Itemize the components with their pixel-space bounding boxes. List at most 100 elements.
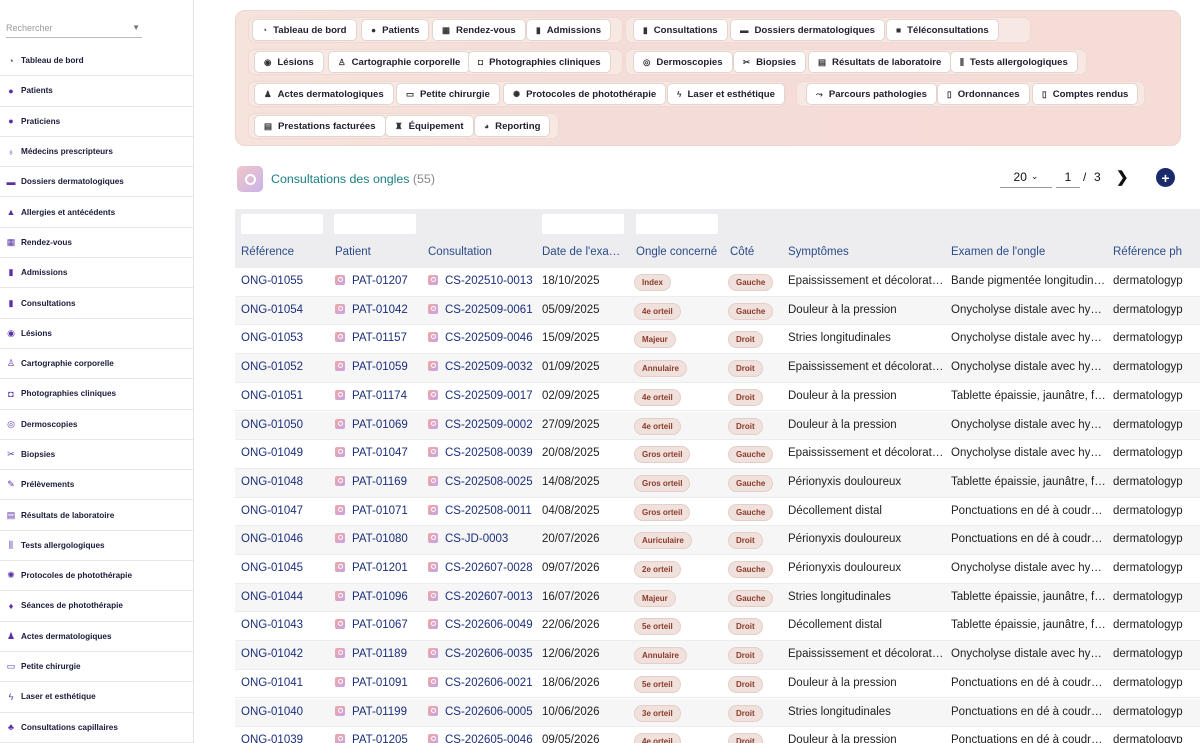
sidebar-item-17[interactable]: ✺ Protocoles de photothérapie bbox=[0, 561, 193, 592]
sidebar-item-7[interactable]: ▮ Admissions bbox=[0, 258, 193, 289]
patient-link[interactable]: PAT-01080 bbox=[352, 533, 408, 545]
cell-patient[interactable]: PAT-01169 bbox=[335, 475, 407, 488]
patient-link[interactable]: PAT-01067 bbox=[352, 619, 408, 631]
cell-consultation[interactable]: CS-202509-0002 bbox=[428, 418, 533, 431]
sidebar-item-16[interactable]: ⫼ Tests allergologiques bbox=[0, 531, 193, 562]
cell-reference[interactable]: ONG-01046 bbox=[241, 533, 303, 545]
menu-button-7[interactable]: ◉ Lésions bbox=[254, 51, 324, 73]
cell-consultation[interactable]: CS-202606-0035 bbox=[428, 648, 533, 660]
patient-link[interactable]: PAT-01096 bbox=[352, 591, 408, 603]
table-row[interactable]: ONG-01053 PAT-01157 CS-202509-0046 15/09/20… bbox=[235, 325, 1200, 355]
table-row[interactable]: ONG-01039 PAT-01205 CS-202605-0046 09/05/20… bbox=[235, 727, 1200, 743]
menu-button-17[interactable]: ϟ Laser et esthétique bbox=[667, 83, 785, 105]
menu-button-9[interactable]: ◘ Photographies cliniques bbox=[468, 51, 611, 73]
patient-link[interactable]: PAT-01199 bbox=[352, 706, 407, 718]
menu-button-6[interactable]: ■ Téléconsultations bbox=[886, 19, 999, 41]
cell-patient[interactable]: PAT-01096 bbox=[335, 590, 408, 603]
sidebar-item-18[interactable]: ♦ Séances de photothérapie bbox=[0, 591, 193, 622]
menu-button-20[interactable]: ▯ Comptes rendus bbox=[1032, 83, 1139, 105]
cell-reference[interactable]: ONG-01045 bbox=[241, 562, 303, 574]
patient-link[interactable]: PAT-01059 bbox=[352, 361, 408, 373]
page-size-select[interactable]: 20 ⌄ bbox=[1000, 166, 1052, 188]
cell-consultation[interactable]: CS-202508-0039 bbox=[428, 447, 533, 459]
table-row[interactable]: ONG-01044 PAT-01096 CS-202607-0013 16/07/20… bbox=[235, 583, 1200, 613]
table-row[interactable]: ONG-01040 PAT-01199 CS-202606-0005 10/06/20… bbox=[235, 698, 1200, 728]
cell-consultation[interactable]: CS-202509-0061 bbox=[428, 303, 533, 316]
cell-patient[interactable]: PAT-01091 bbox=[335, 676, 408, 689]
menu-button-22[interactable]: ♜ Équipement bbox=[385, 115, 474, 137]
consultation-link[interactable]: CS-202508-0025 bbox=[445, 476, 533, 488]
cell-patient[interactable]: PAT-01174 bbox=[335, 389, 407, 402]
cell-consultation[interactable]: CS-202606-0021 bbox=[428, 676, 533, 689]
table-row[interactable]: ONG-01050 PAT-01069 CS-202509-0002 27/09/20… bbox=[235, 411, 1200, 441]
cell-consultation[interactable]: CS-202607-0013 bbox=[428, 590, 533, 603]
filter-nail-input[interactable] bbox=[636, 214, 718, 234]
patient-link[interactable]: PAT-01157 bbox=[352, 332, 407, 344]
consultation-link[interactable]: CS-202508-0011 bbox=[445, 505, 532, 517]
sidebar-search-select[interactable]: Rechercher ▼ bbox=[6, 18, 142, 38]
sidebar-item-19[interactable]: ♟ Actes dermatologiques bbox=[0, 622, 193, 652]
cell-reference[interactable]: ONG-01049 bbox=[241, 447, 303, 459]
cell-consultation[interactable]: CS-202606-0049 bbox=[428, 619, 533, 631]
table-row[interactable]: ONG-01048 PAT-01169 CS-202508-0025 14/08/20… bbox=[235, 468, 1200, 498]
sidebar-item-10[interactable]: ♙ Cartographie corporelle bbox=[0, 349, 193, 380]
consultation-link[interactable]: CS-202606-0021 bbox=[445, 677, 533, 689]
cell-reference[interactable]: ONG-01050 bbox=[241, 419, 303, 431]
cell-consultation[interactable]: CS-JD-0003 bbox=[428, 533, 508, 545]
sidebar-item-3[interactable]: ♁ Médecins prescripteurs bbox=[0, 137, 193, 168]
cell-reference[interactable]: ONG-01043 bbox=[241, 619, 303, 631]
cell-consultation[interactable]: CS-202509-0032 bbox=[428, 361, 533, 373]
cell-reference[interactable]: ONG-01047 bbox=[241, 505, 303, 517]
consultation-link[interactable]: CS-202510-0013 bbox=[445, 275, 533, 287]
consultation-link[interactable]: CS-202606-0049 bbox=[445, 619, 533, 631]
column-header-2[interactable]: Consultation bbox=[428, 246, 492, 258]
cell-patient[interactable]: PAT-01042 bbox=[335, 303, 408, 316]
sidebar-item-0[interactable]: ◔ Tableau de bord bbox=[0, 46, 193, 77]
cell-patient[interactable]: PAT-01201 bbox=[335, 562, 408, 574]
current-page-input[interactable]: 1 bbox=[1056, 166, 1080, 188]
sidebar-item-9[interactable]: ◉ Lésions bbox=[0, 319, 193, 349]
sidebar-item-13[interactable]: ✂ Biopsies bbox=[0, 440, 193, 471]
cell-patient[interactable]: PAT-01047 bbox=[335, 447, 408, 459]
column-header-3[interactable]: Date de l'exa… bbox=[542, 246, 620, 258]
cell-patient[interactable]: PAT-01189 bbox=[335, 648, 407, 660]
menu-button-13[interactable]: ⫼ Tests allergologiques bbox=[950, 51, 1078, 73]
patient-link[interactable]: PAT-01169 bbox=[352, 476, 407, 488]
cell-consultation[interactable]: CS-202605-0046 bbox=[428, 734, 533, 743]
cell-patient[interactable]: PAT-01080 bbox=[335, 533, 408, 545]
table-row[interactable]: ONG-01041 PAT-01091 CS-202606-0021 18/06/20… bbox=[235, 670, 1200, 699]
menu-button-10[interactable]: ◎ Dermoscopies bbox=[633, 51, 733, 73]
sidebar-item-12[interactable]: ◎ Dermoscopies bbox=[0, 410, 193, 440]
consultation-link[interactable]: CS-JD-0003 bbox=[445, 533, 508, 545]
cell-consultation[interactable]: CS-202509-0046 bbox=[428, 332, 533, 344]
table-row[interactable]: ONG-01055 PAT-01207 CS-202510-0013 18/10/20… bbox=[235, 268, 1200, 297]
sidebar-item-15[interactable]: ▤ Résultats de laboratoire bbox=[0, 500, 193, 531]
table-row[interactable]: ONG-01043 PAT-01067 CS-202606-0049 22/06/20… bbox=[235, 612, 1200, 642]
sidebar-item-1[interactable]: ● Patients bbox=[0, 76, 193, 107]
column-header-4[interactable]: Ongle concerné bbox=[636, 246, 717, 258]
table-row[interactable]: ONG-01045 PAT-01201 CS-202607-0028 09/07/20… bbox=[235, 555, 1200, 584]
table-row[interactable]: ONG-01051 PAT-01174 CS-202509-0017 02/09/20… bbox=[235, 383, 1200, 412]
cell-patient[interactable]: PAT-01205 bbox=[335, 734, 408, 743]
table-row[interactable]: ONG-01054 PAT-01042 CS-202509-0061 05/09/20… bbox=[235, 296, 1200, 326]
sidebar-item-14[interactable]: ✎ Prélèvements bbox=[0, 470, 193, 501]
consultation-link[interactable]: CS-202509-0046 bbox=[445, 332, 533, 344]
column-header-8[interactable]: Référence ph bbox=[1113, 246, 1182, 258]
table-row[interactable]: ONG-01046 PAT-01080 CS-JD-0003 20/07/2026 Au… bbox=[235, 526, 1200, 555]
cell-patient[interactable]: PAT-01157 bbox=[335, 332, 407, 344]
menu-button-8[interactable]: ♙ Cartographie corporelle bbox=[328, 51, 471, 73]
cell-reference[interactable]: ONG-01048 bbox=[241, 476, 303, 488]
sidebar-item-6[interactable]: ▦ Rendez-vous bbox=[0, 228, 193, 259]
table-row[interactable]: ONG-01047 PAT-01071 CS-202508-0011 04/08/20… bbox=[235, 498, 1200, 527]
cell-consultation[interactable]: CS-202607-0028 bbox=[428, 562, 533, 574]
menu-button-14[interactable]: ♟ Actes dermatologiques bbox=[254, 83, 394, 105]
sidebar-item-8[interactable]: ▮ Consultations bbox=[0, 288, 193, 319]
table-row[interactable]: ONG-01049 PAT-01047 CS-202508-0039 20/08/20… bbox=[235, 440, 1200, 469]
cell-consultation[interactable]: CS-202509-0017 bbox=[428, 389, 533, 402]
cell-reference[interactable]: ONG-01041 bbox=[241, 677, 303, 689]
patient-link[interactable]: PAT-01071 bbox=[352, 505, 408, 517]
column-header-6[interactable]: Symptômes bbox=[788, 246, 849, 258]
menu-button-11[interactable]: ✂ Biopsies bbox=[733, 51, 807, 73]
menu-button-16[interactable]: ✺ Protocoles de photothérapie bbox=[503, 83, 667, 105]
consultation-link[interactable]: CS-202508-0039 bbox=[445, 447, 533, 459]
